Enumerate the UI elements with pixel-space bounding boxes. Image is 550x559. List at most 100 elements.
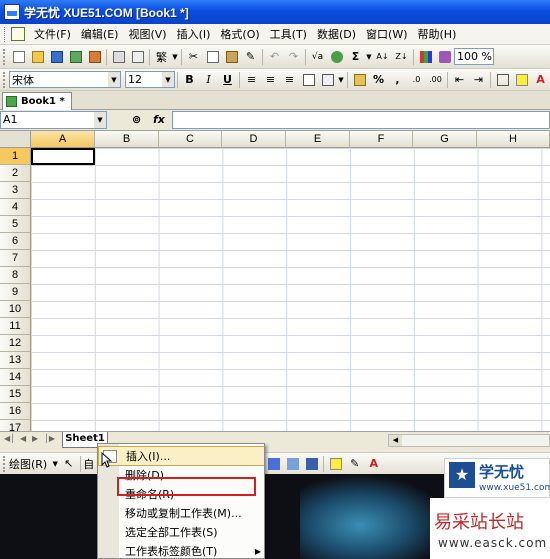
open-icon[interactable] <box>28 48 47 66</box>
menu-window[interactable]: 窗口(W) <box>361 26 412 42</box>
autosum-arrow-icon[interactable]: ▼ <box>365 48 373 66</box>
zoom-formula-icon[interactable]: ⊚ <box>132 113 141 126</box>
column-header-b[interactable]: B <box>95 131 159 148</box>
active-cell-a1[interactable] <box>31 148 95 165</box>
row-header-9[interactable]: 9 <box>0 284 31 301</box>
cell-area[interactable] <box>31 148 550 437</box>
row-header-14[interactable]: 14 <box>0 369 31 386</box>
chevron-down-icon[interactable]: ▼ <box>108 72 120 87</box>
menubar-grip[interactable] <box>4 26 7 42</box>
row-header-13[interactable]: 13 <box>0 352 31 369</box>
row-header-11[interactable]: 11 <box>0 318 31 335</box>
research-icon[interactable]: 繁 <box>152 48 171 66</box>
column-header-h[interactable]: H <box>477 131 550 148</box>
menu-view[interactable]: 视图(V) <box>123 26 171 42</box>
layout-arrow-icon[interactable]: ▼ <box>337 71 345 89</box>
row-header-16[interactable]: 16 <box>0 403 31 420</box>
row-header-4[interactable]: 4 <box>0 199 31 216</box>
permission-icon[interactable] <box>66 48 85 66</box>
column-header-a[interactable]: A <box>31 131 95 148</box>
undo-icon[interactable]: ↶ <box>265 48 284 66</box>
chevron-down-icon[interactable]: ▼ <box>94 112 106 128</box>
select-all-corner[interactable] <box>0 131 31 148</box>
menu-file[interactable]: 文件(F) <box>29 26 76 42</box>
autoshapes-button[interactable]: 自 <box>83 456 94 472</box>
clipart-icon[interactable] <box>283 455 302 473</box>
fill-color-icon[interactable] <box>512 71 531 89</box>
draw-menu-button[interactable]: 绘图(R) <box>9 456 47 472</box>
insert-function-icon[interactable]: √a <box>308 48 327 66</box>
column-header-f[interactable]: F <box>350 131 413 148</box>
formula-input[interactable] <box>172 111 550 129</box>
row-header-3[interactable]: 3 <box>0 182 31 199</box>
menu-tools[interactable]: 工具(T) <box>265 26 312 42</box>
wordart-icon[interactable] <box>264 455 283 473</box>
email-icon[interactable] <box>85 48 104 66</box>
bold-button[interactable]: B <box>180 71 199 89</box>
currency-icon[interactable] <box>350 71 369 89</box>
align-left-icon[interactable]: ≡ <box>242 71 261 89</box>
toolbar-grip[interactable] <box>3 48 6 65</box>
toolbar-grip[interactable] <box>3 455 6 472</box>
print-icon[interactable] <box>109 48 128 66</box>
row-header-2[interactable]: 2 <box>0 165 31 182</box>
row-header-8[interactable]: 8 <box>0 267 31 284</box>
new-icon[interactable] <box>9 48 28 66</box>
copy-icon[interactable] <box>203 48 222 66</box>
underline-button[interactable]: U <box>218 71 237 89</box>
row-header-15[interactable]: 15 <box>0 386 31 403</box>
menu-item-move-or-copy[interactable]: 移动或复制工作表(M)... <box>98 504 264 524</box>
select-objects-icon[interactable]: ↖ <box>59 455 78 473</box>
print-preview-icon[interactable] <box>128 48 147 66</box>
row-header-5[interactable]: 5 <box>0 216 31 233</box>
fill-color-icon[interactable] <box>326 455 345 473</box>
next-sheet-icon[interactable]: ▶ <box>32 434 38 443</box>
menu-format[interactable]: 格式(O) <box>215 26 264 42</box>
chart-wizard-icon[interactable] <box>416 48 435 66</box>
menu-item-select-all-sheets[interactable]: 选定全部工作表(S) <box>98 523 264 543</box>
menu-data[interactable]: 数据(D) <box>312 26 361 42</box>
row-header-6[interactable]: 6 <box>0 233 31 250</box>
menu-item-tab-color[interactable]: 工作表标签颜色(T) ▶ <box>98 542 264 558</box>
dropdown-arrow-icon[interactable]: ▼ <box>171 48 179 66</box>
document-menu-icon[interactable] <box>11 27 25 41</box>
menu-item-insert[interactable]: 插入(I)... <box>98 446 264 466</box>
paste-icon[interactable] <box>222 48 241 66</box>
comma-style-icon[interactable]: , <box>388 71 407 89</box>
percent-button[interactable]: % <box>369 71 388 89</box>
first-sheet-icon[interactable]: ◀│ <box>4 434 15 443</box>
scroll-left-icon[interactable]: ◀ <box>389 435 402 446</box>
horizontal-scrollbar[interactable]: ◀ <box>388 434 550 447</box>
column-header-g[interactable]: G <box>413 131 477 148</box>
italic-button[interactable]: I <box>199 71 218 89</box>
borders-icon[interactable] <box>493 71 512 89</box>
redo-icon[interactable]: ↷ <box>284 48 303 66</box>
document-tab-book1[interactable]: Book1 * <box>2 92 72 110</box>
column-header-c[interactable]: C <box>159 131 222 148</box>
line-color-icon[interactable]: ✎ <box>345 455 364 473</box>
decrease-indent-icon[interactable]: ⇤ <box>450 71 469 89</box>
hyperlink-icon[interactable] <box>327 48 346 66</box>
align-center-icon[interactable]: ≡ <box>261 71 280 89</box>
sort-descending-icon[interactable]: Z↓ <box>392 48 411 66</box>
decrease-decimal-icon[interactable]: .00 <box>426 71 445 89</box>
row-header-10[interactable]: 10 <box>0 301 31 318</box>
last-sheet-icon[interactable]: │▶ <box>44 434 55 443</box>
menu-insert[interactable]: 插入(I) <box>172 26 216 42</box>
merge-center-icon[interactable] <box>299 71 318 89</box>
prev-sheet-icon[interactable]: ◀ <box>20 434 26 443</box>
font-name-dropdown[interactable]: 宋体 ▼ <box>9 71 121 88</box>
chevron-down-icon[interactable]: ▼ <box>162 72 174 87</box>
picture-icon[interactable] <box>302 455 321 473</box>
autosum-icon[interactable]: Σ <box>346 48 365 66</box>
increase-indent-icon[interactable]: ⇥ <box>469 71 488 89</box>
font-color-icon[interactable]: A <box>364 455 383 473</box>
increase-decimal-icon[interactable]: .0 <box>407 71 426 89</box>
font-color-icon[interactable]: A <box>531 71 550 89</box>
name-box[interactable]: A1 ▼ <box>0 111 107 129</box>
chinese-layout-icon[interactable] <box>318 71 337 89</box>
menu-help[interactable]: 帮助(H) <box>413 26 462 42</box>
zoom-dropdown[interactable]: 100 % <box>454 48 494 65</box>
align-right-icon[interactable]: ≡ <box>280 71 299 89</box>
row-header-7[interactable]: 7 <box>0 250 31 267</box>
